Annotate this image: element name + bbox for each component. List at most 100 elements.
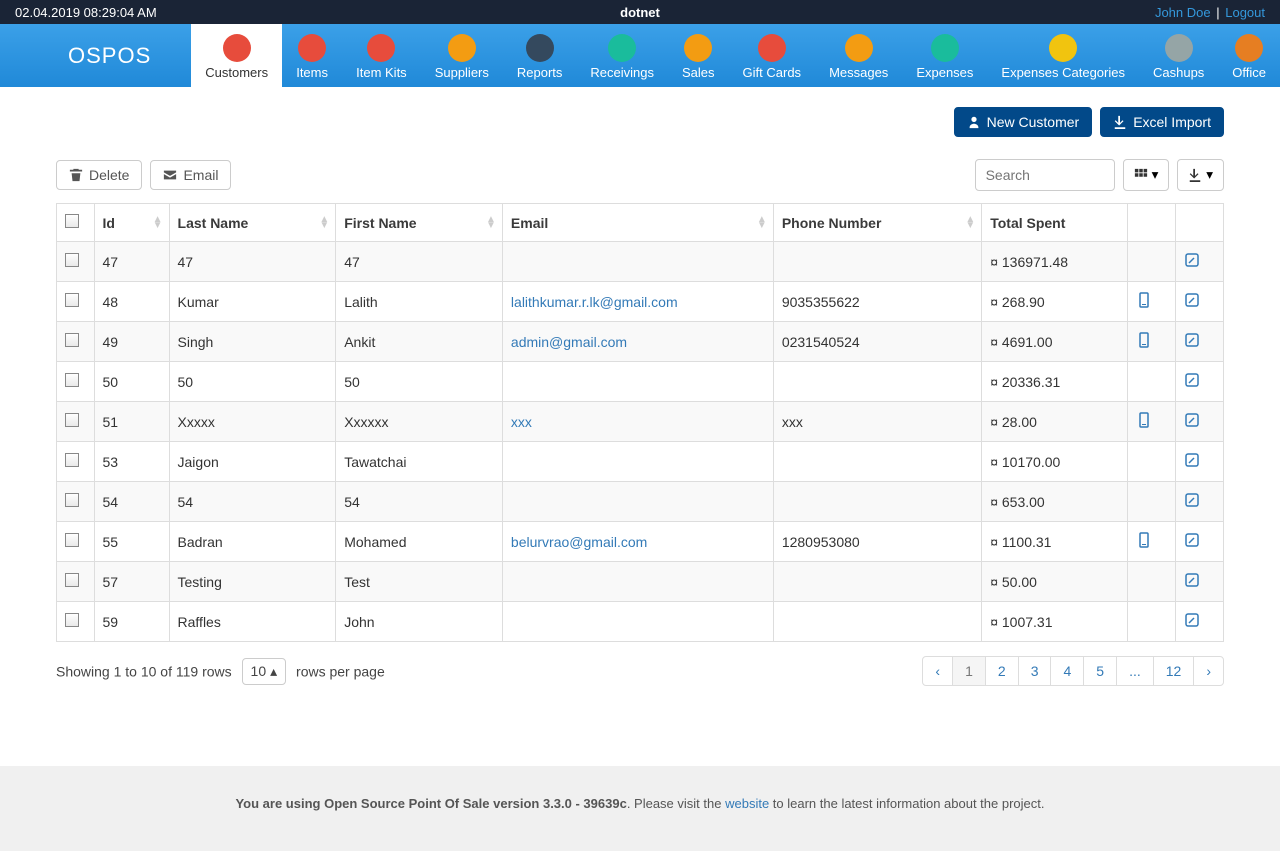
phone-icon[interactable] — [1136, 412, 1152, 428]
table-row: 505050¤ 20336.31 — [57, 362, 1224, 402]
showing-label: Showing 1 to 10 of 119 rows 10 ▴ rows pe… — [56, 658, 385, 685]
new-customer-button[interactable]: New Customer — [954, 107, 1093, 137]
envelope-icon — [163, 168, 177, 182]
edit-icon[interactable] — [1184, 612, 1200, 628]
nav-item-item-kits[interactable]: Item Kits — [342, 24, 421, 87]
row-checkbox[interactable] — [65, 613, 79, 627]
pagination: ‹12345...12› — [923, 656, 1224, 686]
nav-item-expenses[interactable]: Expenses — [902, 24, 987, 87]
edit-icon[interactable] — [1184, 532, 1200, 548]
page-1[interactable]: 1 — [952, 656, 986, 686]
cell-phone: 0231540524 — [773, 322, 981, 362]
page-12[interactable]: 12 — [1153, 656, 1195, 686]
row-checkbox[interactable] — [65, 293, 79, 307]
header-phone[interactable]: Phone Number▲▼ — [773, 204, 981, 242]
edit-icon[interactable] — [1184, 412, 1200, 428]
customers-table: Id▲▼ Last Name▲▼ First Name▲▼ Email▲▼ Ph… — [56, 203, 1224, 642]
page-‹[interactable]: ‹ — [922, 656, 953, 686]
customers-icon — [223, 34, 251, 62]
phone-icon[interactable] — [1136, 292, 1152, 308]
edit-icon[interactable] — [1184, 452, 1200, 468]
page-size-select[interactable]: 10 ▴ — [242, 658, 287, 685]
nav-item-expenses-categories[interactable]: Expenses Categories — [987, 24, 1139, 87]
nav-item-receivings[interactable]: Receivings — [576, 24, 668, 87]
logout-link[interactable]: Logout — [1225, 5, 1265, 20]
table-row: 48KumarLalithlalithkumar.r.lk@gmail.com9… — [57, 282, 1224, 322]
page-3[interactable]: 3 — [1018, 656, 1052, 686]
row-checkbox[interactable] — [65, 493, 79, 507]
cell-phone — [773, 242, 981, 282]
cell-total-spent: ¤ 50.00 — [982, 562, 1128, 602]
edit-icon[interactable] — [1184, 372, 1200, 388]
edit-icon[interactable] — [1184, 492, 1200, 508]
caret-down-icon: ▾ — [1152, 167, 1159, 183]
excel-import-button[interactable]: Excel Import — [1100, 107, 1224, 137]
cell-total-spent: ¤ 1007.31 — [982, 602, 1128, 642]
cell-id: 53 — [94, 442, 169, 482]
cell-first-name: Mohamed — [336, 522, 503, 562]
select-all-checkbox[interactable] — [65, 214, 79, 228]
row-checkbox[interactable] — [65, 453, 79, 467]
email-link[interactable]: belurvrao@gmail.com — [511, 534, 647, 550]
cell-email — [502, 242, 773, 282]
row-checkbox[interactable] — [65, 333, 79, 347]
header-last-name[interactable]: Last Name▲▼ — [169, 204, 336, 242]
phone-icon[interactable] — [1136, 532, 1152, 548]
page-4[interactable]: 4 — [1050, 656, 1084, 686]
email-button[interactable]: Email — [150, 160, 231, 190]
nav-item-items[interactable]: Items — [282, 24, 342, 87]
row-checkbox[interactable] — [65, 253, 79, 267]
header-first-name[interactable]: First Name▲▼ — [336, 204, 503, 242]
sales-icon — [684, 34, 712, 62]
edit-icon[interactable] — [1184, 572, 1200, 588]
page-...[interactable]: ... — [1116, 656, 1154, 686]
row-checkbox[interactable] — [65, 373, 79, 387]
row-checkbox[interactable] — [65, 573, 79, 587]
cell-last-name: Jaigon — [169, 442, 336, 482]
cell-phone — [773, 482, 981, 522]
email-link[interactable]: lalithkumar.r.lk@gmail.com — [511, 294, 678, 310]
phone-icon[interactable] — [1136, 332, 1152, 348]
separator: | — [1214, 5, 1221, 20]
delete-button[interactable]: Delete — [56, 160, 142, 190]
nav-item-gift-cards[interactable]: Gift Cards — [729, 24, 816, 87]
nav-item-cashups[interactable]: Cashups — [1139, 24, 1218, 87]
cell-total-spent: ¤ 268.90 — [982, 282, 1128, 322]
row-checkbox[interactable] — [65, 533, 79, 547]
header-email[interactable]: Email▲▼ — [502, 204, 773, 242]
cell-total-spent: ¤ 20336.31 — [982, 362, 1128, 402]
nav-item-suppliers[interactable]: Suppliers — [421, 24, 503, 87]
cell-phone — [773, 362, 981, 402]
email-link[interactable]: admin@gmail.com — [511, 334, 627, 350]
cell-email: lalithkumar.r.lk@gmail.com — [502, 282, 773, 322]
page-2[interactable]: 2 — [985, 656, 1019, 686]
page-5[interactable]: 5 — [1083, 656, 1117, 686]
user-link[interactable]: John Doe — [1155, 5, 1211, 20]
edit-icon[interactable] — [1184, 252, 1200, 268]
header-total-spent[interactable]: Total Spent — [982, 204, 1128, 242]
export-button[interactable]: ▾ — [1177, 159, 1224, 191]
nav-item-sales[interactable]: Sales — [668, 24, 729, 87]
columns-toggle-button[interactable]: ▾ — [1123, 159, 1170, 191]
nav-item-customers[interactable]: Customers — [191, 24, 282, 87]
cell-last-name: Raffles — [169, 602, 336, 642]
website-link[interactable]: website — [725, 796, 769, 811]
download-icon — [1188, 168, 1202, 182]
cell-email — [502, 362, 773, 402]
row-checkbox[interactable] — [65, 413, 79, 427]
grid-icon — [1134, 168, 1148, 182]
caret-up-icon: ▴ — [270, 663, 277, 680]
header-id[interactable]: Id▲▼ — [94, 204, 169, 242]
edit-icon[interactable] — [1184, 292, 1200, 308]
email-link[interactable]: xxx — [511, 414, 532, 430]
page-›[interactable]: › — [1193, 656, 1224, 686]
edit-icon[interactable] — [1184, 332, 1200, 348]
nav-item-reports[interactable]: Reports — [503, 24, 577, 87]
nav-item-office[interactable]: Office — [1218, 24, 1280, 87]
brand-logo[interactable]: OSPOS — [0, 24, 191, 87]
cell-id: 49 — [94, 322, 169, 362]
trash-icon — [69, 168, 83, 182]
nav-item-messages[interactable]: Messages — [815, 24, 902, 87]
search-input[interactable] — [975, 159, 1115, 191]
cell-total-spent: ¤ 4691.00 — [982, 322, 1128, 362]
